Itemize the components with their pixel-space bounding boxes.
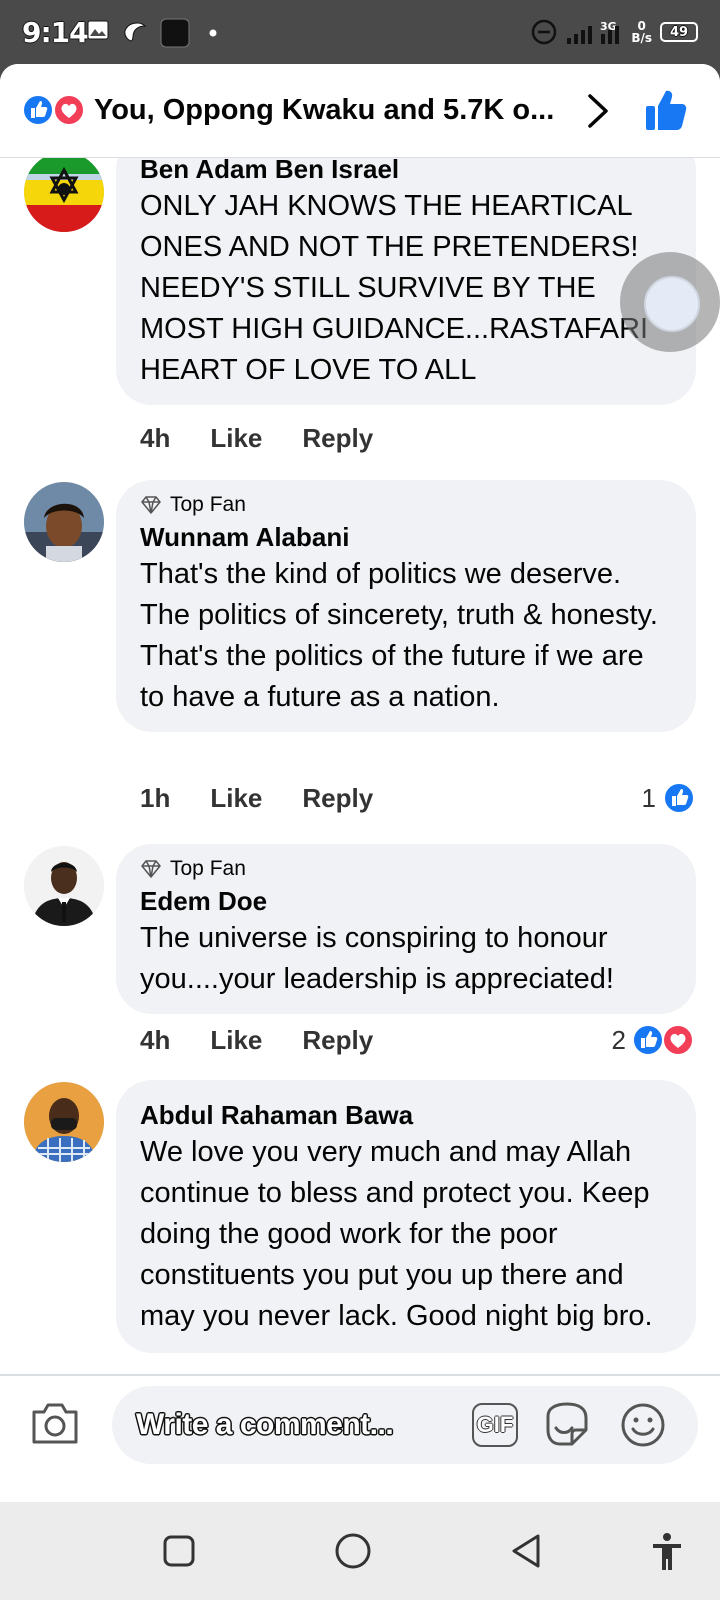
comment-composer: Write a comment... GIF [0, 1374, 720, 1472]
chevron-right-icon[interactable] [584, 92, 612, 130]
avatar[interactable] [24, 158, 104, 232]
love-icon [662, 1024, 694, 1056]
emoji-icon[interactable] [620, 1402, 666, 1448]
status-right-group: 3G 0 B/s 49 [531, 16, 698, 48]
comment-item: Top Fan Wunnam Alabani That's the kind o… [0, 480, 720, 820]
comment-bubble[interactable]: Abdul Rahaman Bawa We love you very much… [116, 1080, 696, 1353]
top-fan-badge: Top Fan [140, 492, 672, 518]
comment-item: Top Fan Edem Doe The universe is conspir… [0, 844, 720, 1084]
user-photo-avatar-icon [24, 482, 104, 562]
comment-text: ONLY JAH KNOWS THE HEARTICAL ONES AND NO… [140, 190, 649, 386]
app-notification-icon [124, 22, 147, 42]
comment-author[interactable]: Edem Doe [140, 884, 672, 918]
comment-time[interactable]: 4h [140, 1025, 170, 1056]
comment-time[interactable]: 4h [140, 423, 170, 454]
reaction-summary-icons [22, 94, 85, 126]
comments-sheet: You, Oppong Kwaku and 5.7K o... Ben Adam… [0, 64, 720, 1504]
status-time: 9:14 [22, 16, 89, 49]
comment-author[interactable]: Wunnam Alabani [140, 520, 672, 554]
comment-reactions[interactable]: 1 [642, 778, 696, 818]
avatar[interactable] [24, 1082, 104, 1162]
user-photo-avatar-icon [24, 1082, 104, 1162]
comment-text: We love you very much and may Allah cont… [140, 1136, 653, 1332]
comment-text: That's the kind of politics we deserve. … [140, 558, 658, 713]
system-nav-bar [0, 1502, 720, 1600]
reactions-header[interactable]: You, Oppong Kwaku and 5.7K o... [0, 64, 720, 158]
reply-link[interactable]: Reply [302, 783, 373, 814]
touch-indicator [620, 252, 720, 352]
do-not-disturb-icon [532, 19, 557, 45]
camera-icon[interactable] [30, 1400, 80, 1446]
comment-bubble[interactable]: Top Fan Edem Doe The universe is conspir… [116, 844, 696, 1014]
comment-author[interactable]: Ben Adam Ben Israel [140, 158, 672, 186]
top-fan-label: Top Fan [170, 493, 246, 516]
like-link[interactable]: Like [210, 783, 262, 814]
comment-author[interactable]: Abdul Rahaman Bawa [140, 1098, 672, 1132]
like-icon [22, 94, 54, 126]
home-button-icon[interactable] [334, 1532, 372, 1570]
comment-actions: 1h Like Reply [140, 778, 373, 818]
reaction-count: 1 [641, 782, 656, 813]
comment-bubble[interactable]: Ben Adam Ben Israel ONLY JAH KNOWS THE H… [116, 158, 696, 405]
diamond-icon [141, 496, 161, 514]
comment-item: Ben Adam Ben Israel ONLY JAH KNOWS THE H… [0, 158, 720, 474]
diamond-icon [141, 860, 161, 878]
reply-link[interactable]: Reply [302, 1025, 373, 1056]
app-notification-square-icon [160, 18, 190, 48]
user-photo-avatar-icon [24, 846, 104, 926]
battery-indicator: 49 [660, 22, 698, 42]
net-speed: 0 B/s [631, 20, 652, 44]
more-notifications-dot-icon [209, 29, 217, 37]
reply-link[interactable]: Reply [302, 423, 373, 454]
like-link[interactable]: Like [210, 1025, 262, 1056]
comment-input-placeholder: Write a comment... [136, 1408, 394, 1441]
gif-button[interactable]: GIF [472, 1403, 518, 1447]
battery-level: 49 [669, 24, 689, 40]
sticker-icon[interactable] [542, 1400, 592, 1450]
love-icon [53, 94, 85, 126]
comment-bubble[interactable]: Top Fan Wunnam Alabani That's the kind o… [116, 480, 696, 732]
back-button-icon[interactable] [508, 1532, 544, 1570]
comments-list[interactable]: Ben Adam Ben Israel ONLY JAH KNOWS THE H… [0, 158, 720, 1468]
accessibility-icon[interactable] [650, 1532, 684, 1572]
comment-input[interactable]: Write a comment... GIF [112, 1386, 698, 1464]
net-speed-unit: B/s [631, 31, 652, 45]
gallery-notification-icon [87, 20, 109, 40]
top-fan-label: Top Fan [170, 857, 246, 880]
comment-actions: 4h Like Reply [140, 418, 373, 458]
reactions-summary-title[interactable]: You, Oppong Kwaku and 5.7K o... [94, 94, 564, 127]
like-icon [663, 782, 695, 814]
comment-reactions[interactable]: 2 [612, 1020, 696, 1060]
signal-strength-icon: 3G [567, 20, 620, 44]
top-fan-badge: Top Fan [140, 856, 672, 882]
like-icon [632, 1024, 664, 1056]
like-post-button[interactable] [644, 88, 688, 132]
recents-button-icon[interactable] [162, 1534, 196, 1568]
status-bar: 9:14 3G 0 B/s 49 [0, 0, 720, 64]
avatar[interactable] [24, 846, 104, 926]
avatar[interactable] [24, 482, 104, 562]
comment-actions: 4h Like Reply [140, 1020, 373, 1060]
reaction-icons [632, 1024, 694, 1056]
like-link[interactable]: Like [210, 423, 262, 454]
rastafari-flag-avatar-icon [24, 158, 104, 232]
reaction-count: 2 [611, 1024, 626, 1055]
comment-text: The universe is conspiring to honour you… [140, 922, 614, 995]
comment-time[interactable]: 1h [140, 783, 170, 814]
